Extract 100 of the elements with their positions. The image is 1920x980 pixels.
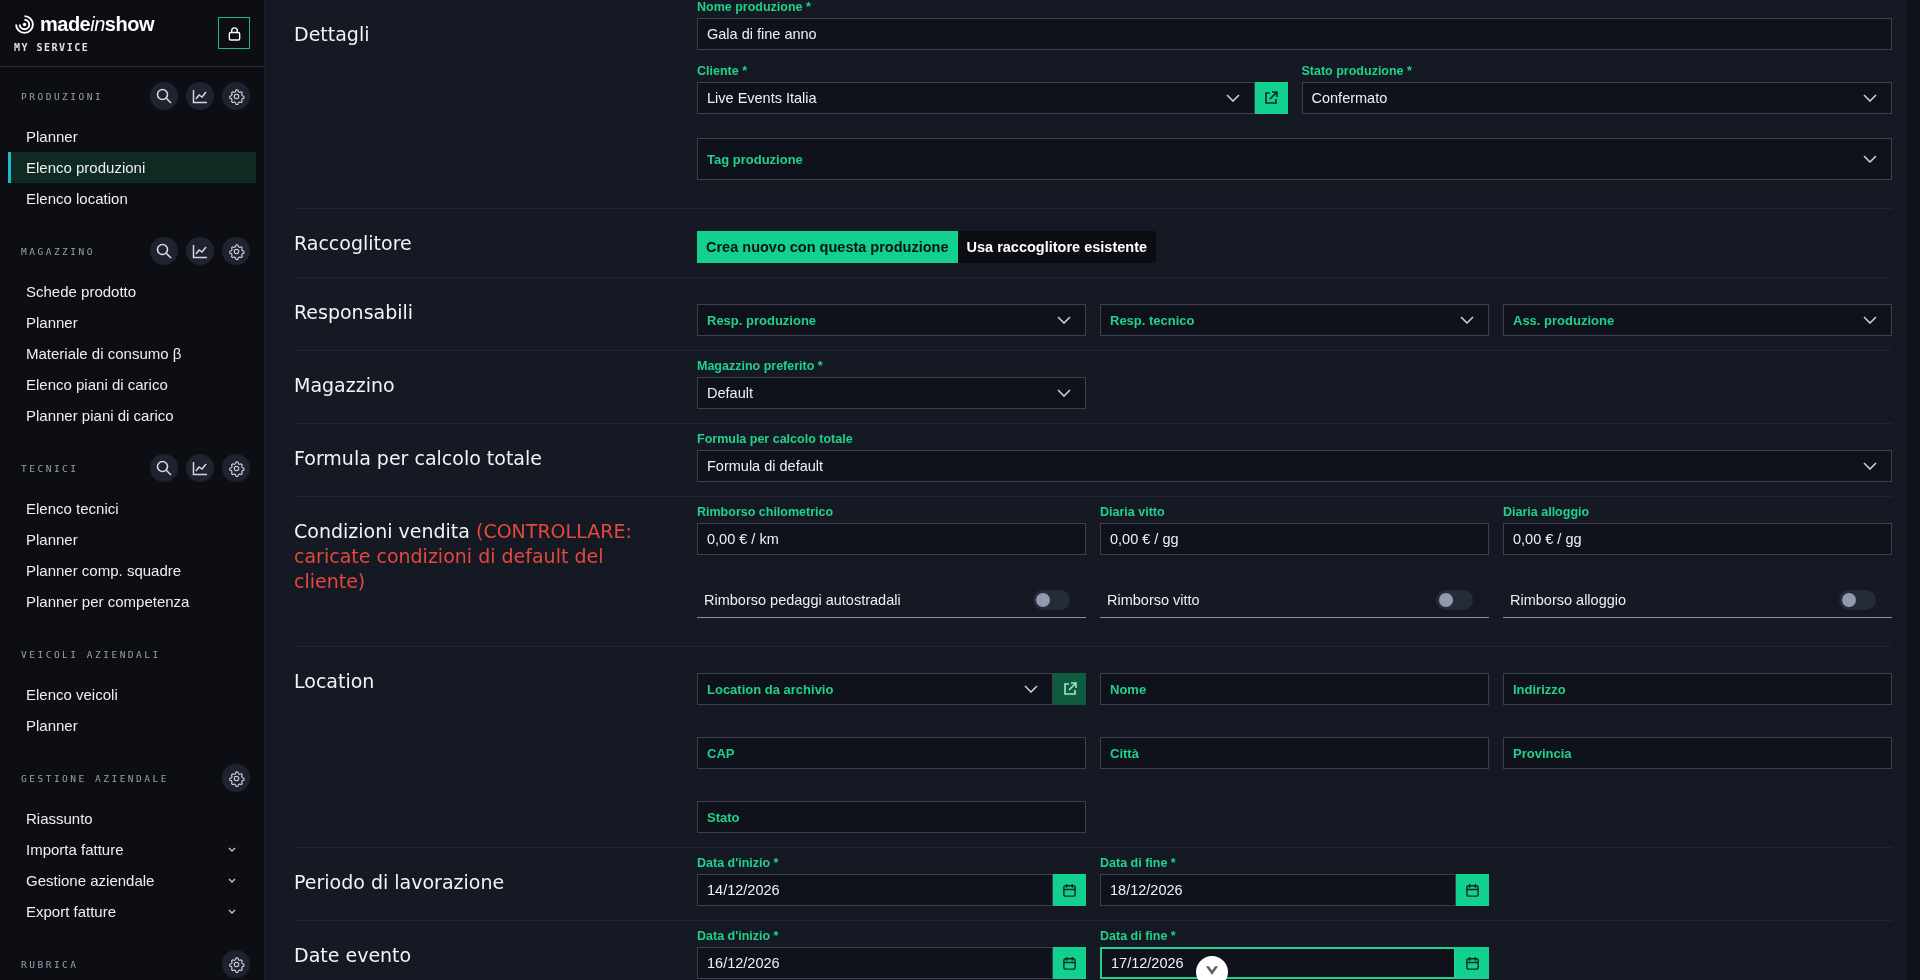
- field-label: Stato produzione *: [1301, 64, 1413, 79]
- section-heading: VEICOLI AZIENDALI: [21, 648, 161, 660]
- calendar-icon: [1062, 955, 1077, 971]
- input-field[interactable]: Gala di fine anno: [697, 18, 1892, 50]
- open-link-button[interactable]: [1254, 82, 1288, 114]
- select-field[interactable]: Live Events Italia: [697, 82, 1255, 114]
- nav-item[interactable]: Planner: [8, 121, 256, 152]
- date-field[interactable]: 17/12/2026: [1100, 947, 1456, 979]
- calendar-button[interactable]: [1456, 874, 1489, 906]
- nav-item[interactable]: Planner: [8, 524, 256, 555]
- input-field[interactable]: Città: [1100, 737, 1489, 769]
- toggle-switch[interactable]: [1033, 590, 1070, 610]
- settings-button[interactable]: [222, 454, 250, 482]
- section-heading: TECNICI: [21, 462, 79, 474]
- chart-button[interactable]: [186, 82, 214, 110]
- search-button[interactable]: [150, 237, 178, 265]
- nav-item[interactable]: Materiale di consumo β: [8, 338, 256, 369]
- section-title: Periodo di lavorazione: [294, 870, 506, 895]
- external-link-icon: [1263, 90, 1279, 106]
- input-field[interactable]: Nome: [1100, 673, 1489, 705]
- nav-item[interactable]: Planner comp. squadre: [8, 555, 256, 586]
- v-logo-icon: [1205, 965, 1219, 976]
- select-field[interactable]: Location da archivio: [697, 673, 1053, 705]
- field-label: Rimborso chilometrico: [697, 505, 835, 520]
- nav-item[interactable]: Elenco piani di carico: [8, 369, 256, 400]
- nav-item[interactable]: Elenco location: [8, 183, 256, 214]
- section-title: Dettagli: [294, 22, 371, 47]
- field-label: Diaria vitto: [1100, 505, 1166, 520]
- settings-button[interactable]: [222, 764, 250, 792]
- line-chart-icon: [192, 243, 208, 259]
- nav-item[interactable]: Planner piani di carico: [8, 400, 256, 431]
- toggle-row[interactable]: Rimborso pedaggi autostradali: [697, 583, 1086, 618]
- toggle-switch[interactable]: [1436, 590, 1473, 610]
- field-label: Formula per calcolo totale: [697, 432, 854, 447]
- section-heading: MAGAZZINO: [21, 245, 95, 257]
- date-field[interactable]: 14/12/2026: [697, 874, 1053, 906]
- input-field[interactable]: 0,00 € / gg: [1100, 523, 1489, 555]
- chevron-down-icon: [1863, 94, 1877, 102]
- field-label: Cliente *: [697, 64, 748, 79]
- select-field[interactable]: Resp. produzione: [697, 304, 1086, 336]
- chevron-down-icon: [1024, 685, 1038, 693]
- line-chart-icon: [192, 88, 208, 104]
- search-button[interactable]: [150, 454, 178, 482]
- nav-item[interactable]: Planner: [8, 710, 256, 741]
- input-field[interactable]: 0,00 € / gg: [1503, 523, 1892, 555]
- input-field[interactable]: Provincia: [1503, 737, 1892, 769]
- section-title: Responsabili: [294, 300, 415, 325]
- settings-button[interactable]: [222, 950, 250, 978]
- calendar-icon: [1465, 955, 1480, 971]
- nav-item[interactable]: Planner per competenza: [8, 586, 256, 617]
- nav-item[interactable]: Schede prodotto: [8, 276, 256, 307]
- nav-item[interactable]: Importa fatture: [8, 834, 256, 865]
- nav-item[interactable]: Gestione aziendale: [8, 865, 256, 896]
- chevron-down-icon: [1863, 462, 1877, 470]
- toggle-row[interactable]: Rimborso vitto: [1100, 583, 1489, 618]
- section-title: Date evento: [294, 943, 413, 968]
- chevron-down-icon: [1863, 316, 1877, 324]
- input-field[interactable]: Stato: [697, 801, 1086, 833]
- calendar-icon: [1465, 882, 1480, 898]
- select-field[interactable]: Tag produzione: [697, 138, 1892, 180]
- toggle-row[interactable]: Rimborso alloggio: [1503, 583, 1892, 618]
- settings-button[interactable]: [222, 237, 250, 265]
- field-label: Nome produzione *: [697, 0, 812, 15]
- section-heading: PRODUZIONI: [21, 90, 104, 102]
- chart-button[interactable]: [186, 454, 214, 482]
- date-field[interactable]: 16/12/2026: [697, 947, 1053, 979]
- calendar-button[interactable]: [1053, 874, 1086, 906]
- nav-item[interactable]: Elenco produzioni: [8, 152, 256, 183]
- section-title: Magazzino: [294, 373, 396, 398]
- input-field[interactable]: CAP: [697, 737, 1086, 769]
- select-field[interactable]: Ass. produzione: [1503, 304, 1892, 336]
- option-button[interactable]: Crea nuovo con questa produzione: [697, 231, 958, 263]
- select-field[interactable]: Resp. tecnico: [1100, 304, 1489, 336]
- settings-icon: [227, 242, 245, 260]
- calendar-button[interactable]: [1456, 947, 1489, 979]
- settings-button[interactable]: [222, 82, 250, 110]
- input-field[interactable]: Indirizzo: [1503, 673, 1892, 705]
- settings-icon: [227, 769, 245, 787]
- nav-item[interactable]: Export fatture: [8, 896, 256, 927]
- search-icon: [156, 88, 172, 104]
- nav-item[interactable]: Riassunto: [8, 803, 256, 834]
- nav-item[interactable]: Planner: [8, 307, 256, 338]
- field-label: Diaria alloggio: [1503, 505, 1591, 520]
- field-label: Data d'inizio *: [697, 929, 780, 944]
- toggle-switch[interactable]: [1839, 590, 1876, 610]
- option-button[interactable]: Usa raccoglitore esistente: [957, 231, 1157, 263]
- chevron-down-icon: [1057, 389, 1071, 397]
- nav-item[interactable]: Elenco veicoli: [8, 679, 256, 710]
- select-field[interactable]: Formula di default: [697, 450, 1892, 482]
- select-field[interactable]: Default: [697, 377, 1086, 409]
- calendar-button[interactable]: [1053, 947, 1086, 979]
- nav-item[interactable]: Elenco tecnici: [8, 493, 256, 524]
- input-field[interactable]: 0,00 € / km: [697, 523, 1086, 555]
- chart-button[interactable]: [186, 237, 214, 265]
- search-button[interactable]: [150, 82, 178, 110]
- date-field[interactable]: 18/12/2026: [1100, 874, 1456, 906]
- lock-button[interactable]: [218, 17, 250, 49]
- select-field[interactable]: Confermato: [1301, 82, 1892, 114]
- calendar-icon: [1062, 882, 1077, 898]
- section-title: Condizioni vendita (CONTROLLARE: caricate condizioni di default del cliente): [294, 519, 633, 594]
